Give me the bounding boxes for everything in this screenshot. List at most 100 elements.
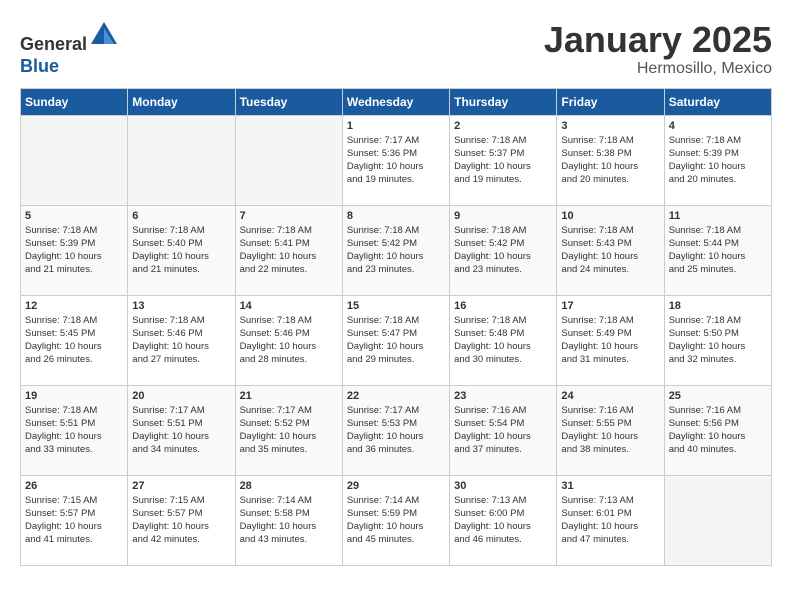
day-info: Sunrise: 7:14 AM Sunset: 5:58 PM Dayligh… [240, 494, 338, 547]
calendar-cell: 29 Sunrise: 7:14 AM Sunset: 5:59 PM Dayli… [342, 475, 449, 565]
calendar-cell [235, 115, 342, 205]
calendar-cell: 30Sunrise: 7:13 AM Sunset: 6:00 PM Dayli… [450, 475, 557, 565]
day-number: 12 [25, 300, 123, 312]
day-info: Sunrise: 7:18 AM Sunset: 5:39 PM Dayligh… [669, 134, 767, 187]
weekday-header: Monday [128, 88, 235, 115]
weekday-header: Tuesday [235, 88, 342, 115]
calendar-cell: 12 Sunrise: 7:18 AM Sunset: 5:45 PM Dayli… [21, 295, 128, 385]
day-info: Sunrise: 7:18 AM Sunset: 5:41 PM Dayligh… [240, 224, 338, 277]
calendar-week-row: 12 Sunrise: 7:18 AM Sunset: 5:45 PM Dayli… [21, 295, 772, 385]
day-info: Sunrise: 7:18 AM Sunset: 5:48 PM Dayligh… [454, 314, 552, 367]
day-number: 16 [454, 300, 552, 312]
calendar-body: 1 Sunrise: 7:17 AM Sunset: 5:36 PM Daylig… [21, 115, 772, 565]
day-info: Sunrise: 7:18 AM Sunset: 5:51 PM Dayligh… [25, 404, 123, 457]
weekday-header: Saturday [664, 88, 771, 115]
day-number: 7 [240, 210, 338, 222]
day-number: 28 [240, 480, 338, 492]
day-number: 21 [240, 390, 338, 402]
day-number: 8 [347, 210, 445, 222]
calendar-cell: 15Sunrise: 7:18 AM Sunset: 5:47 PM Dayli… [342, 295, 449, 385]
calendar-cell: 26 Sunrise: 7:15 AM Sunset: 5:57 PM Dayli… [21, 475, 128, 565]
weekday-header: Friday [557, 88, 664, 115]
day-number: 1 [347, 120, 445, 132]
calendar-week-row: 5Sunrise: 7:18 AM Sunset: 5:39 PM Daylig… [21, 205, 772, 295]
calendar-cell [128, 115, 235, 205]
calendar-cell: 25Sunrise: 7:16 AM Sunset: 5:56 PM Dayli… [664, 385, 771, 475]
day-number: 22 [347, 390, 445, 402]
day-number: 25 [669, 390, 767, 402]
day-info: Sunrise: 7:18 AM Sunset: 5:50 PM Dayligh… [669, 314, 767, 367]
calendar-cell: 22 Sunrise: 7:17 AM Sunset: 5:53 PM Dayli… [342, 385, 449, 475]
day-number: 17 [561, 300, 659, 312]
calendar-cell: 7 Sunrise: 7:18 AM Sunset: 5:41 PM Daylig… [235, 205, 342, 295]
day-number: 20 [132, 390, 230, 402]
day-number: 24 [561, 390, 659, 402]
logo: General Blue [20, 20, 119, 77]
location: Hermosillo, Mexico [544, 60, 772, 78]
day-info: Sunrise: 7:14 AM Sunset: 5:59 PM Dayligh… [347, 494, 445, 547]
calendar-cell: 5Sunrise: 7:18 AM Sunset: 5:39 PM Daylig… [21, 205, 128, 295]
weekday-header: Sunday [21, 88, 128, 115]
day-info: Sunrise: 7:13 AM Sunset: 6:00 PM Dayligh… [454, 494, 552, 547]
calendar-cell: 9 Sunrise: 7:18 AM Sunset: 5:42 PM Daylig… [450, 205, 557, 295]
calendar-cell: 21 Sunrise: 7:17 AM Sunset: 5:52 PM Dayli… [235, 385, 342, 475]
calendar-cell: 17Sunrise: 7:18 AM Sunset: 5:49 PM Dayli… [557, 295, 664, 385]
calendar-cell: 20 Sunrise: 7:17 AM Sunset: 5:51 PM Dayli… [128, 385, 235, 475]
day-info: Sunrise: 7:17 AM Sunset: 5:51 PM Dayligh… [132, 404, 230, 457]
month-year: January 2025 [544, 20, 772, 60]
calendar-cell: 1 Sunrise: 7:17 AM Sunset: 5:36 PM Daylig… [342, 115, 449, 205]
weekday-header: Thursday [450, 88, 557, 115]
day-number: 31 [561, 480, 659, 492]
day-info: Sunrise: 7:18 AM Sunset: 5:45 PM Dayligh… [25, 314, 123, 367]
day-info: Sunrise: 7:18 AM Sunset: 5:40 PM Dayligh… [132, 224, 230, 277]
weekday-header: Wednesday [342, 88, 449, 115]
page-header: General Blue January 2025 Hermosillo, Me… [20, 20, 772, 78]
day-number: 6 [132, 210, 230, 222]
day-number: 14 [240, 300, 338, 312]
day-number: 13 [132, 300, 230, 312]
day-info: Sunrise: 7:16 AM Sunset: 5:54 PM Dayligh… [454, 404, 552, 457]
day-info: Sunrise: 7:18 AM Sunset: 5:47 PM Dayligh… [347, 314, 445, 367]
day-info: Sunrise: 7:13 AM Sunset: 6:01 PM Dayligh… [561, 494, 659, 547]
calendar-week-row: 1 Sunrise: 7:17 AM Sunset: 5:36 PM Daylig… [21, 115, 772, 205]
calendar-cell: 13 Sunrise: 7:18 AM Sunset: 5:46 PM Dayli… [128, 295, 235, 385]
logo-blue: Blue [20, 56, 59, 76]
day-info: Sunrise: 7:15 AM Sunset: 5:57 PM Dayligh… [25, 494, 123, 547]
day-number: 27 [132, 480, 230, 492]
day-info: Sunrise: 7:18 AM Sunset: 5:46 PM Dayligh… [240, 314, 338, 367]
calendar-week-row: 26 Sunrise: 7:15 AM Sunset: 5:57 PM Dayli… [21, 475, 772, 565]
day-number: 29 [347, 480, 445, 492]
day-number: 3 [561, 120, 659, 132]
day-info: Sunrise: 7:17 AM Sunset: 5:53 PM Dayligh… [347, 404, 445, 457]
day-info: Sunrise: 7:16 AM Sunset: 5:55 PM Dayligh… [561, 404, 659, 457]
calendar-table: SundayMondayTuesdayWednesdayThursdayFrid… [20, 88, 772, 566]
day-info: Sunrise: 7:18 AM Sunset: 5:43 PM Dayligh… [561, 224, 659, 277]
day-info: Sunrise: 7:18 AM Sunset: 5:42 PM Dayligh… [454, 224, 552, 277]
title-block: January 2025 Hermosillo, Mexico [544, 20, 772, 78]
calendar-week-row: 19Sunrise: 7:18 AM Sunset: 5:51 PM Dayli… [21, 385, 772, 475]
day-number: 11 [669, 210, 767, 222]
calendar-cell: 3Sunrise: 7:18 AM Sunset: 5:38 PM Daylig… [557, 115, 664, 205]
day-info: Sunrise: 7:18 AM Sunset: 5:37 PM Dayligh… [454, 134, 552, 187]
day-info: Sunrise: 7:17 AM Sunset: 5:36 PM Dayligh… [347, 134, 445, 187]
day-number: 18 [669, 300, 767, 312]
day-number: 26 [25, 480, 123, 492]
day-number: 23 [454, 390, 552, 402]
calendar-cell: 18 Sunrise: 7:18 AM Sunset: 5:50 PM Dayli… [664, 295, 771, 385]
day-info: Sunrise: 7:15 AM Sunset: 5:57 PM Dayligh… [132, 494, 230, 547]
calendar-cell [664, 475, 771, 565]
day-info: Sunrise: 7:17 AM Sunset: 5:52 PM Dayligh… [240, 404, 338, 457]
day-number: 9 [454, 210, 552, 222]
calendar-cell: 28 Sunrise: 7:14 AM Sunset: 5:58 PM Dayli… [235, 475, 342, 565]
day-info: Sunrise: 7:18 AM Sunset: 5:44 PM Dayligh… [669, 224, 767, 277]
calendar-cell: 8Sunrise: 7:18 AM Sunset: 5:42 PM Daylig… [342, 205, 449, 295]
day-info: Sunrise: 7:18 AM Sunset: 5:46 PM Dayligh… [132, 314, 230, 367]
calendar-cell: 10 Sunrise: 7:18 AM Sunset: 5:43 PM Dayli… [557, 205, 664, 295]
calendar-cell: 27 Sunrise: 7:15 AM Sunset: 5:57 PM Dayli… [128, 475, 235, 565]
day-number: 10 [561, 210, 659, 222]
calendar-cell: 4Sunrise: 7:18 AM Sunset: 5:39 PM Daylig… [664, 115, 771, 205]
calendar-cell: 16 Sunrise: 7:18 AM Sunset: 5:48 PM Dayli… [450, 295, 557, 385]
day-number: 5 [25, 210, 123, 222]
logo-general: General [20, 34, 87, 54]
day-number: 2 [454, 120, 552, 132]
